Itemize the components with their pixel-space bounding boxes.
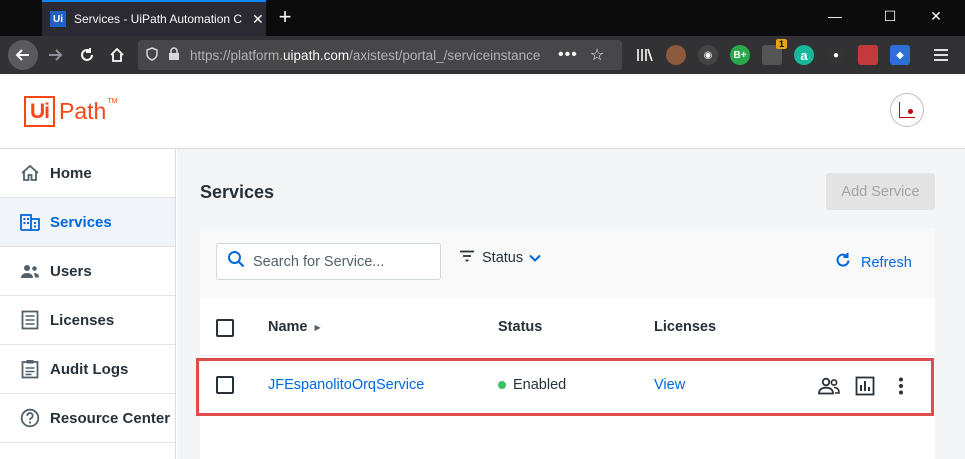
refresh-icon: [835, 252, 851, 273]
chevron-down-icon: [529, 249, 541, 267]
page-actions-icon[interactable]: •••: [558, 46, 578, 64]
help-icon: [20, 408, 40, 428]
refresh-button[interactable]: Refresh: [835, 252, 912, 273]
sidebar-item-audit-logs[interactable]: Audit Logs: [0, 345, 175, 394]
sidebar-item-resource-center[interactable]: Resource Center: [0, 394, 175, 443]
extension-shoe-icon[interactable]: 1: [762, 39, 787, 65]
clipboard-icon: [20, 359, 40, 379]
back-icon[interactable]: [8, 40, 38, 70]
extension-printer-icon[interactable]: [858, 45, 878, 65]
column-licenses: Licenses: [654, 319, 717, 335]
refresh-label: Refresh: [861, 254, 912, 271]
select-all-checkbox[interactable]: [216, 319, 234, 337]
shield-icon[interactable]: [146, 46, 158, 64]
reload-icon[interactable]: [74, 42, 100, 68]
extension-badge: 1: [775, 39, 787, 49]
new-tab-icon[interactable]: +: [272, 4, 298, 30]
extension-bplus-icon[interactable]: B+: [730, 45, 750, 65]
status-filter[interactable]: Status: [459, 249, 541, 267]
search-placeholder: Search for Service...: [253, 253, 385, 270]
user-avatar[interactable]: [890, 93, 924, 127]
sidebar-item-label: Users: [50, 262, 92, 280]
page-title: Services: [200, 182, 275, 202]
uipath-favicon-icon: Ui: [50, 11, 66, 27]
row-highlight-annotation: [196, 358, 934, 416]
column-name[interactable]: Name ▶: [268, 319, 321, 335]
sidebar-item-label: Licenses: [50, 311, 115, 329]
status-filter-label: Status: [482, 250, 524, 266]
tab-title: Services - UiPath Automation C: [74, 12, 243, 26]
search-input[interactable]: Search for Service...: [216, 243, 441, 280]
sidebar-item-services[interactable]: Services: [0, 198, 175, 247]
sidebar-item-licenses[interactable]: Licenses: [0, 296, 175, 345]
extension-diamond-icon[interactable]: ◆: [890, 45, 910, 65]
services-toolbar: Search for Service... Status Refresh: [200, 228, 935, 299]
url-bar[interactable]: https://platform.uipath.com/axistest/por…: [138, 40, 622, 70]
add-service-button[interactable]: Add Service: [826, 173, 935, 210]
menu-icon[interactable]: [928, 42, 954, 68]
services-card: Search for Service... Status Refresh Nam…: [200, 228, 935, 459]
extension-a-icon[interactable]: a: [794, 45, 814, 65]
sidebar-item-users[interactable]: Users: [0, 247, 175, 296]
extension-mask-icon[interactable]: ◉: [698, 45, 718, 65]
home-browser-icon[interactable]: [104, 42, 130, 68]
sort-arrow-icon: ▶: [314, 322, 321, 332]
uipath-logo[interactable]: Ui Path TM: [24, 96, 117, 127]
minimize-icon[interactable]: —: [825, 8, 845, 24]
browser-tab-bar: Ui Services - UiPath Automation C ✕ + — …: [0, 0, 965, 36]
sidebar-item-home[interactable]: Home: [0, 149, 175, 198]
close-tab-icon[interactable]: ✕: [252, 11, 264, 28]
browser-nav-bar: https://platform.uipath.com/axistest/por…: [0, 36, 965, 74]
home-icon: [20, 163, 40, 183]
sidebar-item-label: Services: [50, 213, 112, 231]
extension-ball-icon[interactable]: ●: [826, 45, 846, 65]
app-header: Ui Path TM: [0, 74, 965, 149]
avatar-icon: [899, 102, 915, 118]
lock-icon[interactable]: [168, 46, 180, 64]
sidebar-item-label: Audit Logs: [50, 360, 129, 378]
logo-text: Path: [59, 98, 107, 124]
users-icon: [20, 261, 40, 281]
license-icon: [20, 310, 40, 330]
forward-icon[interactable]: [42, 42, 68, 68]
column-status: Status: [498, 319, 543, 335]
filter-icon: [459, 249, 475, 267]
url-text: https://platform.uipath.com/axistest/por…: [190, 47, 541, 63]
sidebar: Home Services Users Licenses Audit Logs …: [0, 149, 176, 459]
logo-trademark: TM: [107, 98, 118, 105]
browser-tab[interactable]: Ui Services - UiPath Automation C ✕: [42, 0, 266, 36]
sidebar-item-label: Resource Center: [50, 409, 171, 427]
bookmark-star-icon[interactable]: ☆: [590, 45, 604, 65]
library-icon[interactable]: [632, 42, 658, 68]
extension-avatar-icon[interactable]: [666, 45, 686, 65]
close-window-icon[interactable]: ✕: [926, 8, 946, 25]
search-icon: [227, 250, 245, 273]
table-header: Name ▶ Status Licenses: [200, 299, 935, 356]
maximize-icon[interactable]: ☐: [880, 8, 900, 25]
logo-box: Ui: [24, 96, 55, 127]
building-icon: [20, 212, 40, 232]
sidebar-item-label: Home: [50, 164, 92, 182]
